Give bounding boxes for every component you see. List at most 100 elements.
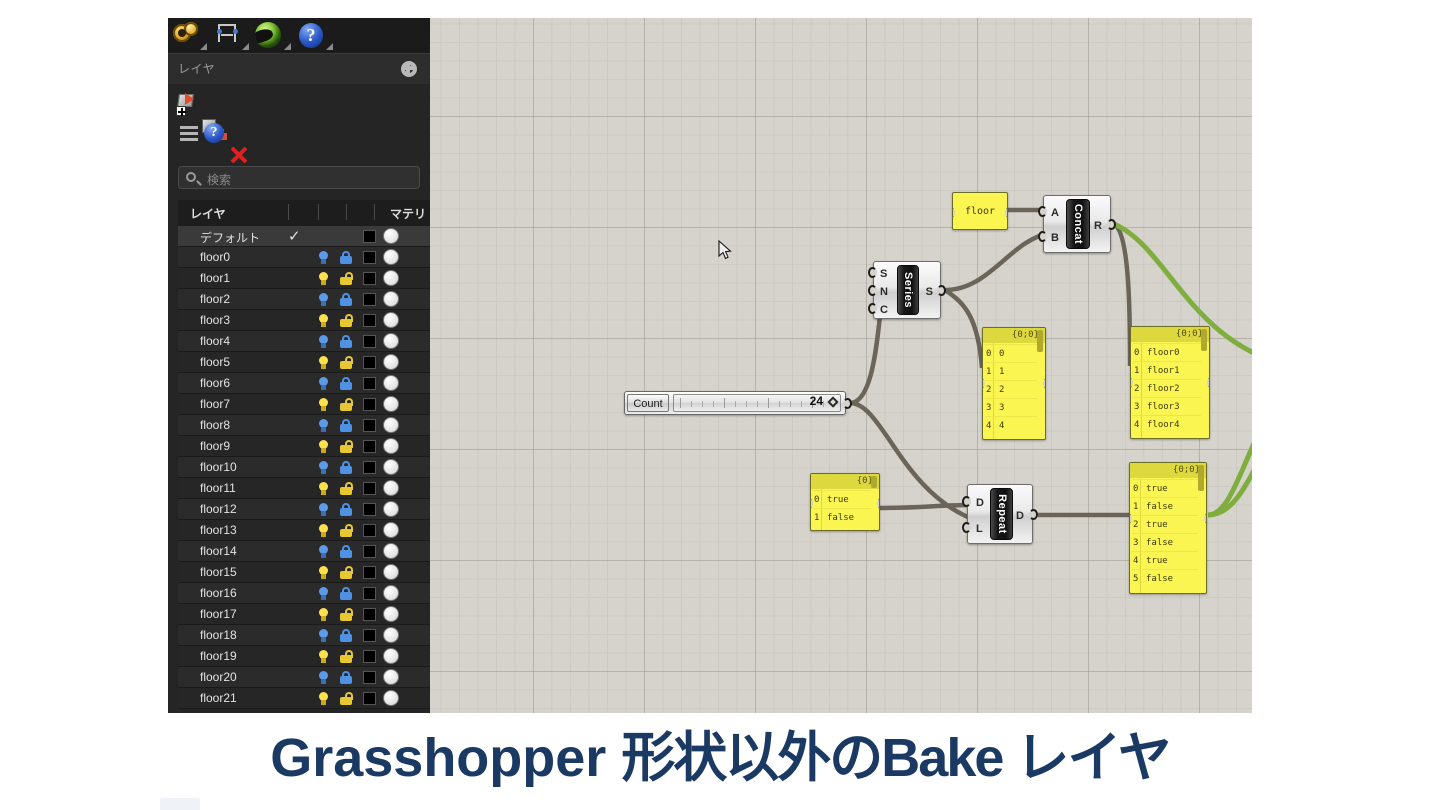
layer-material-sphere[interactable] <box>383 438 399 454</box>
layer-visibility-bulb-icon[interactable] <box>318 524 329 538</box>
layer-material-sphere[interactable] <box>383 585 399 601</box>
layer-color-swatch[interactable] <box>363 629 376 642</box>
panel-scrollbar[interactable] <box>1198 465 1204 491</box>
layer-row[interactable]: floor0 <box>178 247 430 268</box>
bool-input-panel[interactable]: {0} 0 true 1 false <box>810 473 880 531</box>
layer-material-sphere[interactable] <box>383 396 399 412</box>
new-layer-button[interactable] <box>176 90 202 116</box>
layer-visibility-bulb-icon[interactable] <box>318 566 329 580</box>
layer-visibility-bulb-icon[interactable] <box>318 251 329 265</box>
layer-lock-icon[interactable] <box>340 272 353 285</box>
repeat-component[interactable]: Repeat D L D <box>962 484 1038 544</box>
layer-visibility-bulb-icon[interactable] <box>318 272 329 286</box>
layer-lock-icon[interactable] <box>340 629 352 642</box>
layer-color-swatch[interactable] <box>363 608 376 621</box>
panel-help-button[interactable]: ? <box>201 120 227 146</box>
layer-visibility-bulb-icon[interactable] <box>318 650 329 664</box>
layer-lock-icon[interactable] <box>340 650 353 663</box>
layer-material-sphere[interactable] <box>383 228 399 244</box>
layer-material-sphere[interactable] <box>383 249 399 265</box>
layer-color-swatch[interactable] <box>363 251 376 264</box>
layer-visibility-bulb-icon[interactable] <box>318 587 329 601</box>
layer-row[interactable]: floor16 <box>178 583 430 604</box>
layer-lock-icon[interactable] <box>340 524 353 537</box>
layer-visibility-bulb-icon[interactable] <box>318 692 329 706</box>
properties-tab[interactable] <box>170 20 212 52</box>
layer-material-sphere[interactable] <box>383 333 399 349</box>
layer-material-sphere[interactable] <box>383 606 399 622</box>
layer-lock-icon[interactable] <box>340 377 352 390</box>
layer-visibility-bulb-icon[interactable] <box>318 461 329 475</box>
layer-visibility-bulb-icon[interactable] <box>318 377 329 391</box>
layer-row[interactable]: floor10 <box>178 457 430 478</box>
layer-color-swatch[interactable] <box>363 650 376 663</box>
layer-lock-icon[interactable] <box>340 356 353 369</box>
layer-list[interactable]: デフォルト ✓ floor0 floor1 floor2 floor3 floor4 floo… <box>178 226 430 713</box>
layer-row[interactable]: floor21 <box>178 688 430 709</box>
layer-color-swatch[interactable] <box>363 566 376 579</box>
layer-lock-icon[interactable] <box>340 608 353 621</box>
layer-material-sphere[interactable] <box>383 459 399 475</box>
series-panel-out-port[interactable] <box>1043 378 1045 389</box>
layer-color-swatch[interactable] <box>363 272 376 285</box>
layer-lock-icon[interactable] <box>340 692 353 705</box>
layer-lock-icon[interactable] <box>340 587 352 600</box>
current-layer-check-icon[interactable]: ✓ <box>288 227 301 245</box>
layer-row[interactable]: floor12 <box>178 499 430 520</box>
layer-row[interactable]: floor1 <box>178 268 430 289</box>
floor-panel-out-port[interactable] <box>1005 207 1007 218</box>
layer-color-swatch[interactable] <box>363 482 376 495</box>
bool-out-panel-out-port[interactable] <box>1204 513 1206 524</box>
concat-port-A-in[interactable] <box>1038 206 1047 217</box>
panel-settings-button[interactable] <box>398 58 420 80</box>
repeat-port-D-in[interactable] <box>962 496 971 507</box>
layer-color-swatch[interactable] <box>363 293 376 306</box>
layer-lock-icon[interactable] <box>340 335 352 348</box>
concat-panel-out-port[interactable] <box>1207 377 1209 388</box>
layer-color-swatch[interactable] <box>363 377 376 390</box>
layer-visibility-bulb-icon[interactable] <box>318 629 329 643</box>
layer-row[interactable]: floor9 <box>178 436 430 457</box>
layer-color-swatch[interactable] <box>363 524 376 537</box>
bool-output-panel[interactable]: {0;0} 0 true 1 false 2 true 3 false 4 true 5 false <box>1129 462 1207 594</box>
number-slider[interactable]: Count 24 <box>624 391 852 415</box>
search-input[interactable]: 検索 <box>178 166 420 189</box>
layer-row[interactable]: floor13 <box>178 520 430 541</box>
layer-lock-icon[interactable] <box>340 482 353 495</box>
layer-material-sphere[interactable] <box>383 501 399 517</box>
layer-visibility-bulb-icon[interactable] <box>318 398 329 412</box>
layer-material-sphere[interactable] <box>383 312 399 328</box>
bool-in-panel-out-port[interactable] <box>877 498 879 509</box>
concat-port-R-out[interactable] <box>1107 219 1116 230</box>
layer-visibility-bulb-icon[interactable] <box>318 314 329 328</box>
layer-material-sphere[interactable] <box>383 627 399 643</box>
layer-lock-icon[interactable] <box>340 461 352 474</box>
layer-lock-icon[interactable] <box>340 566 353 579</box>
repeat-port-D-out[interactable] <box>1029 509 1038 520</box>
layer-material-sphere[interactable] <box>383 522 399 538</box>
slider-output-port[interactable] <box>843 398 852 409</box>
layer-material-sphere[interactable] <box>383 375 399 391</box>
layer-color-swatch[interactable] <box>363 440 376 453</box>
layer-material-sphere[interactable] <box>383 354 399 370</box>
layer-row[interactable]: floor17 <box>178 604 430 625</box>
layer-material-sphere[interactable] <box>383 669 399 685</box>
layer-color-swatch[interactable] <box>363 503 376 516</box>
series-output-panel[interactable]: {0;0} 0011223344 <box>982 327 1046 440</box>
layer-row[interactable]: floor4 <box>178 331 430 352</box>
layer-row[interactable]: floor5 <box>178 352 430 373</box>
layer-visibility-bulb-icon[interactable] <box>318 671 329 685</box>
concat-output-panel[interactable]: {0;0} 0 floor0 1 floor1 2 floor2 3 floor3 4 floor… <box>1130 326 1210 439</box>
help-tab[interactable]: ? <box>296 20 338 52</box>
hamburger-menu-button[interactable] <box>176 120 202 146</box>
dimension-tab[interactable] <box>212 20 254 52</box>
layer-row[interactable]: floor11 <box>178 478 430 499</box>
layer-row[interactable]: floor8 <box>178 415 430 436</box>
floor-text-panel[interactable]: floor <box>952 192 1008 230</box>
series-component[interactable]: Series S N C S <box>868 261 946 319</box>
layer-color-swatch[interactable] <box>363 692 376 705</box>
concat-port-B-in[interactable] <box>1038 231 1047 242</box>
panel-scrollbar[interactable] <box>871 476 877 488</box>
series-port-S-in[interactable] <box>868 267 877 278</box>
repeat-port-L-in[interactable] <box>962 522 971 533</box>
